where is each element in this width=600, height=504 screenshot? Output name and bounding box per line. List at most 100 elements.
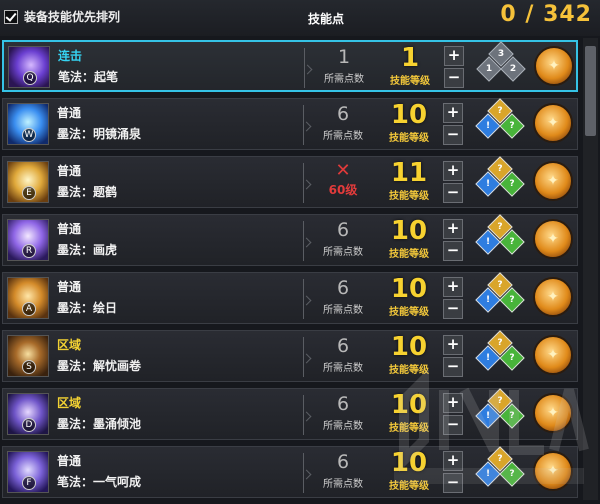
skill-level: 10 技能等级 bbox=[381, 449, 437, 492]
skill-orange-sun-icon[interactable]: A bbox=[7, 277, 49, 319]
required-points: 6 所需点数 bbox=[313, 277, 373, 316]
required-points-value: 6 bbox=[336, 335, 350, 357]
scrollbar-thumb[interactable] bbox=[585, 46, 596, 136]
skill-row[interactable]: D 区域 墨法：墨涌倾池 6 所需点数 10 技能等级 + −?!? ✦ bbox=[2, 388, 578, 440]
gem-right-icon[interactable]: ? bbox=[499, 461, 525, 487]
increase-level-button[interactable]: + bbox=[443, 277, 463, 297]
required-points: 6 所需点数 bbox=[313, 451, 373, 490]
skill-points-label: 技能点 bbox=[308, 12, 345, 26]
skill-emblem-icon[interactable]: ✦ bbox=[533, 219, 573, 259]
required-points: 6 所需点数 bbox=[313, 103, 373, 142]
required-points-value: 6 bbox=[336, 451, 350, 473]
decrease-level-button[interactable]: − bbox=[443, 473, 463, 493]
gem-right-icon[interactable]: 2 bbox=[500, 56, 526, 82]
level-stepper: + − bbox=[444, 46, 464, 90]
skill-category: 普通 bbox=[57, 222, 82, 236]
row-divider bbox=[303, 279, 312, 319]
increase-level-button[interactable]: + bbox=[444, 46, 464, 66]
checkbox-checked-icon[interactable] bbox=[4, 9, 18, 24]
gem-right-icon[interactable]: ? bbox=[499, 229, 525, 255]
skill-blue-spring-icon[interactable]: W bbox=[7, 103, 49, 145]
decrease-level-button[interactable]: − bbox=[443, 415, 463, 435]
skill-level-label: 技能等级 bbox=[389, 133, 429, 144]
skill-emblem-icon[interactable]: ✦ bbox=[533, 103, 573, 143]
skill-row[interactable]: S 区域 墨法：解忧画卷 6 所需点数 10 技能等级 + −?!? ✦ bbox=[2, 330, 578, 382]
required-points-value: 1 bbox=[337, 46, 351, 68]
skill-gold-crane-icon[interactable]: E bbox=[7, 161, 49, 203]
skill-emblem-icon[interactable]: ✦ bbox=[533, 451, 573, 491]
skill-emblem-icon[interactable]: ✦ bbox=[533, 335, 573, 375]
skill-tree-gems[interactable]: 31 2 bbox=[472, 41, 530, 92]
hotkey-badge: R bbox=[22, 244, 36, 258]
required-points-label: 所需点数 bbox=[323, 421, 363, 432]
decrease-level-button[interactable]: − bbox=[444, 68, 464, 88]
increase-level-button[interactable]: + bbox=[443, 451, 463, 471]
level-stepper: + − bbox=[443, 335, 463, 379]
required-points: 6 所需点数 bbox=[313, 219, 373, 258]
gem-right-icon[interactable]: ? bbox=[499, 287, 525, 313]
gem-left-label: ! bbox=[485, 469, 491, 479]
gem-right-icon[interactable]: ? bbox=[499, 345, 525, 371]
skill-name: 墨法：墨涌倾池 bbox=[57, 417, 142, 431]
equipped-first-toggle[interactable]: 装备技能优先排列 bbox=[4, 8, 120, 25]
increase-level-button[interactable]: + bbox=[443, 161, 463, 181]
increase-level-button[interactable]: + bbox=[443, 335, 463, 355]
skill-row[interactable]: A 普通 墨法：绘日 6 所需点数 10 技能等级 + −?!? ✦ bbox=[2, 272, 578, 324]
skill-violet-tiger-icon[interactable]: R bbox=[7, 219, 49, 261]
skill-emblem-icon[interactable]: ✦ bbox=[533, 161, 573, 201]
gem-left-label: ! bbox=[485, 121, 491, 131]
skill-emblem-icon[interactable]: ✦ bbox=[533, 277, 573, 317]
skill-level: 11 技能等级 bbox=[381, 159, 437, 202]
required-points-label: 所需点数 bbox=[324, 74, 364, 85]
gem-top-label: ? bbox=[497, 106, 503, 116]
skill-category: 普通 bbox=[57, 454, 82, 468]
decrease-level-button[interactable]: − bbox=[443, 125, 463, 145]
skill-tree-gems[interactable]: ?!? bbox=[471, 272, 529, 323]
gem-right-label: 2 bbox=[509, 64, 517, 74]
skill-level: 10 技能等级 bbox=[381, 101, 437, 144]
decrease-level-button[interactable]: − bbox=[443, 299, 463, 319]
increase-level-button[interactable]: + bbox=[443, 219, 463, 239]
gem-right-icon[interactable]: ? bbox=[499, 403, 525, 429]
skill-emblem-icon[interactable]: ✦ bbox=[534, 46, 574, 86]
skill-tree-gems[interactable]: ?!? bbox=[471, 156, 529, 207]
skill-tree-gems[interactable]: ?!? bbox=[471, 98, 529, 149]
row-divider bbox=[303, 453, 312, 493]
skill-tree-gems[interactable]: ?!? bbox=[471, 330, 529, 381]
skill-tree-gems[interactable]: ?!? bbox=[471, 214, 529, 265]
skill-row[interactable]: E 普通 墨法：题鹤 ✕ 60级 11 技能等级 + −?!? ✦ bbox=[2, 156, 578, 208]
scrollbar[interactable] bbox=[583, 38, 598, 500]
skill-purple-brush-icon[interactable]: Q bbox=[8, 46, 50, 88]
skill-name: 墨法：解忧画卷 bbox=[57, 359, 142, 373]
gem-right-icon[interactable]: ? bbox=[499, 171, 525, 197]
gem-left-label: ! bbox=[485, 237, 491, 247]
increase-level-button[interactable]: + bbox=[443, 103, 463, 123]
skill-name: 笔法：一气呵成 bbox=[57, 475, 142, 489]
gem-left-label: ! bbox=[485, 411, 491, 421]
skill-dark-scroll-icon[interactable]: S bbox=[7, 335, 49, 377]
skill-row[interactable]: W 普通 墨法：明镜涌泉 6 所需点数 10 技能等级 + −?!? ✦ bbox=[2, 98, 578, 150]
skill-category: 普通 bbox=[57, 280, 82, 294]
skill-tree-gems[interactable]: ?!? bbox=[471, 446, 529, 497]
skill-emblem-icon[interactable]: ✦ bbox=[533, 393, 573, 433]
skill-tree-gems[interactable]: ?!? bbox=[471, 388, 529, 439]
gem-left-label: ! bbox=[485, 179, 491, 189]
gem-right-label: ? bbox=[509, 469, 515, 479]
hotkey-badge: A bbox=[22, 302, 36, 316]
skill-mist-stroke-icon[interactable]: F bbox=[7, 451, 49, 493]
skill-level-label: 技能等级 bbox=[389, 191, 429, 202]
skill-level-value: 10 bbox=[390, 448, 428, 478]
decrease-level-button[interactable]: − bbox=[443, 241, 463, 261]
skill-level-label: 技能等级 bbox=[389, 365, 429, 376]
skill-row[interactable]: F 普通笔法：一气呵成 6 所需点数 10 技能等级 + −?!? ✦ bbox=[2, 446, 578, 498]
skill-row[interactable]: R 普通 墨法：画虎 6 所需点数 10 技能等级 + −?!? ✦ bbox=[2, 214, 578, 266]
gem-right-icon[interactable]: ? bbox=[499, 113, 525, 139]
skill-row[interactable]: Q 连击 笔法：起笔 1 所需点数 1 技能等级 + −3 1 2 ✦ bbox=[2, 40, 578, 92]
checkbox-label: 装备技能优先排列 bbox=[24, 10, 121, 24]
increase-level-button[interactable]: + bbox=[443, 393, 463, 413]
decrease-level-button[interactable]: − bbox=[443, 183, 463, 203]
required-points-label: 所需点数 bbox=[323, 131, 363, 142]
skill-ink-pool-icon[interactable]: D bbox=[7, 393, 49, 435]
skill-level-value: 10 bbox=[390, 216, 428, 246]
decrease-level-button[interactable]: − bbox=[443, 357, 463, 377]
